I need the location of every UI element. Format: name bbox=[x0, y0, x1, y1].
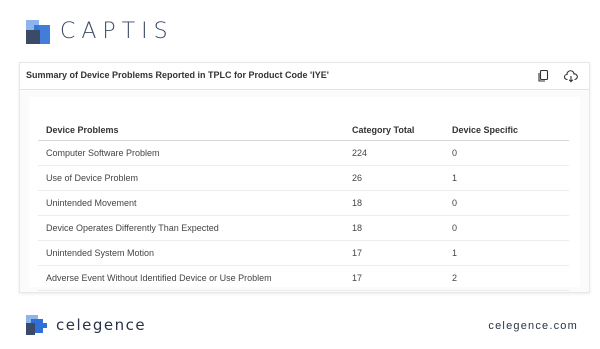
cell-device-specific: 1 bbox=[444, 165, 569, 191]
cell-device-problem: Adverse Event Without Identified Device … bbox=[38, 265, 344, 291]
cloud-download-icon[interactable] bbox=[563, 69, 578, 83]
captis-wordmark: CAPTIS bbox=[60, 19, 174, 44]
copy-icon[interactable] bbox=[537, 69, 551, 83]
captis-logo: CAPTIS bbox=[26, 19, 174, 44]
cell-device-specific: 0 bbox=[444, 215, 569, 241]
cell-device-specific: 2 bbox=[444, 265, 569, 291]
celegence-logo-icon bbox=[26, 315, 47, 335]
celegence-logo: celegence bbox=[26, 315, 146, 335]
cell-category-total: 18 bbox=[344, 190, 444, 216]
footer-url[interactable]: celegence.com bbox=[488, 320, 578, 332]
column-header-device-problems[interactable]: Device Problems bbox=[38, 119, 344, 141]
cell-device-problem: Use of Device Problem bbox=[38, 165, 344, 191]
card-title: Summary of Device Problems Reported in T… bbox=[26, 70, 329, 80]
cell-device-specific: 0 bbox=[444, 140, 569, 166]
summary-card: Summary of Device Problems Reported in T… bbox=[19, 62, 590, 293]
table-panel: Device Problems Category Total Device Sp… bbox=[29, 97, 580, 291]
table-row: Device Operates Differently Than Expecte… bbox=[38, 215, 569, 241]
cell-device-specific: 0 bbox=[444, 190, 569, 216]
column-header-device-specific[interactable]: Device Specific bbox=[444, 119, 569, 141]
table-row: Unintended Movement 18 0 bbox=[38, 190, 569, 216]
cell-device-specific: 1 bbox=[444, 240, 569, 266]
cell-category-total: 26 bbox=[344, 165, 444, 191]
card-header: Summary of Device Problems Reported in T… bbox=[20, 63, 589, 90]
cell-category-total: 224 bbox=[344, 140, 444, 166]
table-header-row: Device Problems Category Total Device Sp… bbox=[38, 119, 569, 141]
celegence-wordmark: celegence bbox=[56, 316, 147, 334]
device-problems-table: Device Problems Category Total Device Sp… bbox=[38, 119, 569, 291]
table-row: Use of Device Problem 26 1 bbox=[38, 165, 569, 191]
cell-category-total: 17 bbox=[344, 240, 444, 266]
cell-category-total: 17 bbox=[344, 265, 444, 291]
cell-device-problem: Computer Software Problem bbox=[38, 140, 344, 166]
cell-device-problem: Device Operates Differently Than Expecte… bbox=[38, 215, 344, 241]
cell-category-total: 18 bbox=[344, 215, 444, 241]
column-header-category-total[interactable]: Category Total bbox=[344, 119, 444, 141]
captis-logo-icon bbox=[26, 19, 50, 44]
cell-device-problem: Unintended Movement bbox=[38, 190, 344, 216]
table-row: Adverse Event Without Identified Device … bbox=[38, 265, 569, 291]
cell-device-problem: Unintended System Motion bbox=[38, 240, 344, 266]
table-row: Computer Software Problem 224 0 bbox=[38, 140, 569, 166]
table-row: Unintended System Motion 17 1 bbox=[38, 240, 569, 266]
